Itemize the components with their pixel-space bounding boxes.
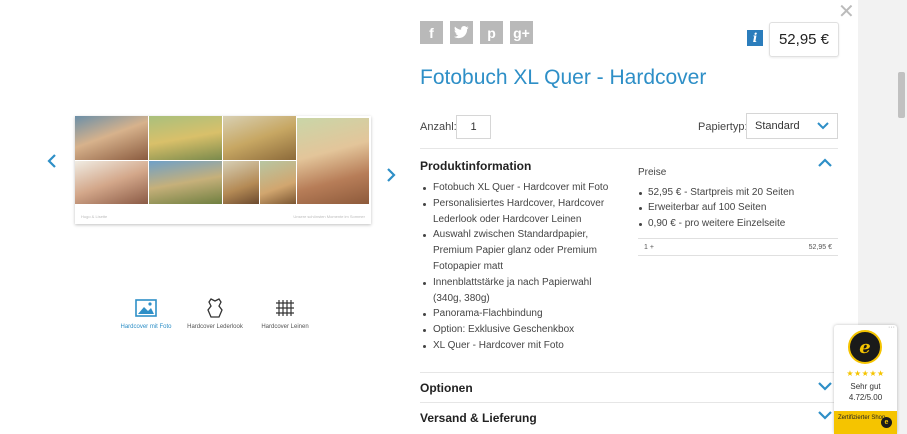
chevron-down-icon[interactable] — [818, 381, 832, 391]
rating-stars: ★★★★★ — [846, 369, 885, 378]
gallery-next-arrow[interactable] — [386, 166, 396, 187]
rating-text: Sehr gut 4.72/5.00 — [834, 381, 897, 403]
facebook-icon[interactable]: f — [420, 21, 443, 44]
quantity-input[interactable]: 1 — [456, 115, 491, 139]
tier-price: 52,95 € — [808, 243, 832, 251]
prices-list: 52,95 € - Startpreis mit 20 Seiten Erwei… — [638, 185, 794, 231]
book-footer-right: Unsere schönsten Momente im Sommer — [293, 214, 365, 219]
scrollbar[interactable] — [896, 0, 907, 434]
photo-icon — [135, 299, 157, 317]
feature-item: Fotobuch XL Quer - Hardcover mit Foto — [421, 180, 621, 196]
photo-children — [75, 161, 148, 204]
photo-couple — [223, 116, 296, 160]
paper-type-label: Papiertyp: — [698, 121, 748, 133]
trusted-shops-badge[interactable]: ··· e ★★★★★ Sehr gut 4.72/5.00 Zertifizi… — [834, 324, 897, 434]
backdrop-left — [0, 0, 38, 434]
product-title: Fotobuch XL Quer - Hardcover — [420, 66, 707, 89]
photo-family — [149, 116, 222, 160]
info-icon[interactable]: i — [747, 30, 763, 46]
googleplus-icon[interactable]: g+ — [510, 21, 533, 44]
divider — [420, 372, 838, 373]
feature-item: XL Quer - Hardcover mit Foto — [421, 338, 621, 354]
variant-hardcover-foto[interactable]: Hardcover mit Foto — [118, 297, 174, 331]
feature-item: Innenblattstärke ja nach Papierwahl (340… — [421, 275, 621, 307]
photo-family — [75, 116, 148, 160]
photo-portrait — [223, 161, 259, 204]
variant-label: Hardcover mit Foto — [120, 324, 172, 330]
chevron-down-icon — [817, 122, 829, 130]
price-display: 52,95 € — [769, 22, 839, 57]
price-item: 52,95 € - Startpreis mit 20 Seiten — [638, 185, 794, 200]
section-optionen[interactable]: Optionen — [420, 381, 473, 395]
trusted-shops-seal-icon: e — [848, 330, 882, 364]
price-tier-row: 1 + 52,95 € — [638, 238, 838, 256]
rating-value: 4.72/5.00 — [848, 393, 883, 402]
twitter-icon[interactable] — [450, 21, 473, 44]
certified-shop-text: Zertifizierter Shop — [838, 415, 886, 421]
section-versand[interactable]: Versand & Lieferung — [420, 411, 537, 425]
trusted-shops-logo-icon: e — [881, 417, 892, 428]
chevron-down-icon[interactable] — [818, 410, 832, 420]
price-item: 0,90 € - pro weitere Einzelseite — [638, 216, 794, 231]
pinterest-icon[interactable]: p — [480, 21, 503, 44]
photobook-preview[interactable]: Hugo & Lisette Unsere schönsten Momente … — [75, 116, 371, 224]
variant-label: Hardcover Leinen — [261, 324, 309, 330]
section-produktinformation[interactable]: Produktinformation — [420, 159, 531, 173]
tier-quantity: 1 + — [644, 243, 654, 251]
paper-type-select[interactable]: Standard — [746, 113, 838, 139]
feature-item: Personalisiertes Hardcover, Hardcover Le… — [421, 196, 621, 228]
twitter-bird-icon — [454, 26, 469, 39]
divider — [420, 148, 838, 149]
divider — [420, 402, 838, 403]
variant-label: Hardcover Lederlook — [187, 324, 243, 330]
social-share-bar: f p g+ — [420, 21, 533, 44]
linen-icon — [276, 300, 294, 316]
chevron-up-icon[interactable] — [818, 158, 832, 168]
feature-item: Panorama-Flachbindung — [421, 306, 621, 322]
chevron-right-icon — [387, 168, 396, 182]
feature-list: Fotobuch XL Quer - Hardcover mit Foto Pe… — [421, 180, 621, 354]
leather-icon — [207, 298, 223, 318]
photo-portrait — [260, 161, 296, 204]
more-icon[interactable]: ··· — [888, 324, 895, 331]
variant-hardcover-leinen[interactable]: Hardcover Leinen — [257, 297, 313, 331]
book-footer-left: Hugo & Lisette — [81, 214, 108, 219]
paper-type-value: Standard — [755, 120, 800, 132]
prices-title: Preise — [638, 167, 667, 178]
scrollbar-thumb[interactable] — [898, 72, 905, 118]
certified-shop-label: Zertifizierter Shop e — [834, 411, 897, 434]
rating-label: Sehr gut — [850, 382, 881, 391]
price-item: Erweiterbar auf 100 Seiten — [638, 200, 794, 215]
photo-family-field — [149, 161, 222, 204]
chevron-left-icon — [47, 154, 56, 168]
quantity-label: Anzahl: — [420, 121, 457, 133]
feature-item: Option: Exklusive Geschenkbox — [421, 322, 621, 338]
photo-couple-cover — [297, 118, 369, 204]
close-icon[interactable]: ✕ — [838, 2, 855, 22]
feature-item: Auswahl zwischen Standardpapier, Premium… — [421, 227, 621, 274]
variant-hardcover-leder[interactable]: Hardcover Lederlook — [187, 297, 243, 331]
gallery-prev-arrow[interactable] — [47, 152, 57, 173]
